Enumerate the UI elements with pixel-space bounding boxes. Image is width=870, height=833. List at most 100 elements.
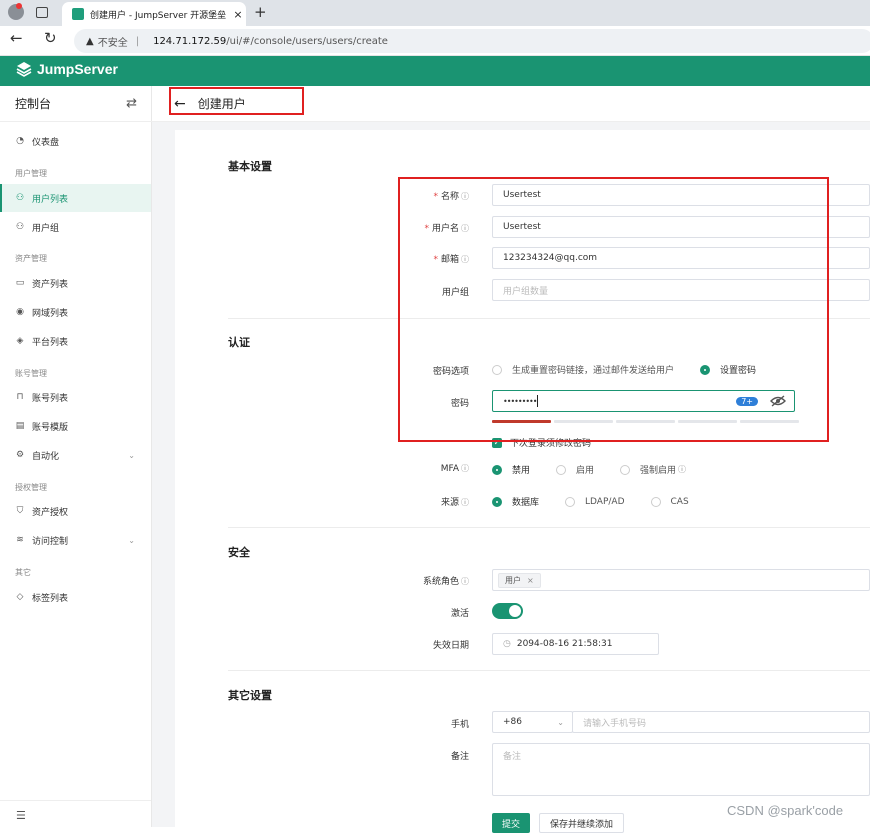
access-control-icon: ≋ xyxy=(16,535,24,545)
radio-dot xyxy=(565,496,576,507)
help-icon[interactable]: ⓘ xyxy=(461,464,469,473)
watermark: CSDN @spark'code xyxy=(727,803,844,818)
brand-name: JumpServer xyxy=(37,61,118,77)
sidebar-item-access-control[interactable]: ≋ 访问控制 ⌄ xyxy=(0,526,151,554)
clock-icon: ◷ xyxy=(503,639,511,649)
sidebar-item-asset-perm[interactable]: ⛉ 资产授权 xyxy=(0,497,151,525)
section-divider xyxy=(228,527,870,528)
sidebar-item-platform-list[interactable]: ◈ 平台列表 xyxy=(0,327,151,355)
sidebar-item-domain-list[interactable]: ◉ 网域列表 xyxy=(0,298,151,326)
app-header xyxy=(0,56,870,86)
radio-dot xyxy=(650,496,661,507)
reload-icon[interactable]: ↻ xyxy=(44,29,57,47)
comment-textarea[interactable]: 备注 xyxy=(492,743,870,796)
active-label: 激活 xyxy=(450,609,469,619)
sidebar-item-label: 平台列表 xyxy=(32,337,69,348)
sidebar-item-user-group[interactable]: ⚇ 用户组 xyxy=(0,213,151,241)
tag-close-icon[interactable]: × xyxy=(527,576,534,585)
radio-label: LDAP/AD xyxy=(585,496,625,507)
radio-source-db[interactable]: 数据库 xyxy=(492,495,539,508)
browser-tab-strip: 创建用户 - JumpServer 开源堡垒 × + xyxy=(0,0,870,26)
tab-close-icon[interactable]: × xyxy=(230,8,246,21)
sidebar-item-label: 用户列表 xyxy=(32,194,69,205)
system-roles-select[interactable]: 用户 × xyxy=(492,569,870,591)
chevron-down-icon: ⌄ xyxy=(557,717,564,727)
radio-label: CAS xyxy=(670,496,689,507)
comment-placeholder: 备注 xyxy=(503,752,522,762)
expiry-date-picker[interactable]: ◷ 2094-08-16 21:58:31 xyxy=(492,633,659,655)
sidebar-item-label: 标签列表 xyxy=(32,593,69,604)
help-icon[interactable]: ⓘ xyxy=(461,498,469,507)
notification-dot-icon xyxy=(16,3,22,9)
annotation-box-title xyxy=(169,87,304,115)
sidebar-item-dashboard[interactable]: ◔ 仪表盘 xyxy=(0,127,151,155)
sidebar-group-other: 其它 xyxy=(15,568,31,577)
sidebar-item-label: 账号模版 xyxy=(32,422,69,433)
radio-label: 启用 xyxy=(576,466,595,476)
section-title-basic: 基本设置 xyxy=(228,160,272,173)
expiry-label: 失效日期 xyxy=(432,641,469,651)
security-label: 不安全 xyxy=(97,37,128,49)
back-arrow-icon[interactable]: ← xyxy=(10,29,23,47)
sidebar-item-label-list[interactable]: ◇ 标签列表 xyxy=(0,583,151,611)
mfa-label-text: MFA xyxy=(440,464,459,474)
tag-icon: ◇ xyxy=(16,592,24,602)
dashboard-icon: ◔ xyxy=(16,136,24,146)
annotation-box-form xyxy=(398,177,829,442)
help-icon[interactable]: ⓘ xyxy=(678,464,686,475)
sidebar-item-label: 资产授权 xyxy=(32,507,69,518)
radio-source-ldap[interactable]: LDAP/AD xyxy=(565,495,625,508)
collapse-menu-icon[interactable]: ☰ xyxy=(16,809,26,822)
warning-triangle-icon: ▲ xyxy=(86,35,94,47)
phone-input[interactable]: 请输入手机号码 xyxy=(572,711,870,733)
url-host: 124.71.172.59 xyxy=(153,35,227,47)
system-roles-label-text: 系统角色 xyxy=(422,577,459,587)
sidebar-item-label: 资产列表 xyxy=(32,279,69,290)
section-title-auth: 认证 xyxy=(228,336,250,349)
sidebar-item-account-list[interactable]: ⊓ 账号列表 xyxy=(0,383,151,411)
url-separator: | xyxy=(135,35,140,47)
radio-mfa-enabled[interactable]: 启用 xyxy=(556,463,594,476)
sidebar-item-account-template[interactable]: ▤ 账号模版 xyxy=(0,412,151,440)
submit-button[interactable]: 提交 xyxy=(492,813,530,833)
sidebar-footer-divider xyxy=(0,800,151,801)
tab-overview-icon[interactable] xyxy=(36,7,48,18)
phone-label: 手机 xyxy=(450,720,469,730)
sidebar-item-label: 自动化 xyxy=(32,451,60,462)
radio-mfa-disabled[interactable]: 禁用 xyxy=(492,463,530,476)
jumpserver-logo[interactable]: JumpServer xyxy=(16,61,118,77)
country-code-value: +86 xyxy=(503,717,522,727)
mfa-label: MFA ⓘ xyxy=(441,463,469,474)
jumpserver-logo-icon xyxy=(16,62,32,77)
chevron-down-icon: ⌄ xyxy=(128,535,135,545)
sidebar-item-label: 访问控制 xyxy=(32,536,69,547)
section-divider xyxy=(228,670,870,671)
radio-mfa-forced[interactable]: 强制启用 ⓘ xyxy=(620,463,686,476)
sidebar-item-label: 账号列表 xyxy=(32,393,69,404)
url-bar[interactable]: ▲ 不安全 | 124.71.172.59 /ui/#/console/user… xyxy=(74,29,870,53)
sidebar-item-asset-list[interactable]: ▭ 资产列表 xyxy=(0,269,151,297)
country-code-select[interactable]: +86 ⌄ xyxy=(492,711,573,733)
save-continue-button[interactable]: 保存并继续添加 xyxy=(539,813,624,833)
jumpserver-favicon-icon xyxy=(72,8,84,20)
system-roles-label: 系统角色 ⓘ xyxy=(423,574,469,587)
radio-label: 数据库 xyxy=(512,498,540,508)
lock-icon: ⊓ xyxy=(16,392,24,402)
sidebar-item-user-list[interactable]: ⚇ 用户列表 xyxy=(0,184,151,212)
sidebar-item-label: 用户组 xyxy=(32,223,60,234)
section-title-security: 安全 xyxy=(228,546,250,559)
browser-tab-active[interactable]: 创建用户 - JumpServer 开源堡垒 × xyxy=(62,2,246,26)
source-label-text: 来源 xyxy=(440,498,459,508)
radio-label: 强制启用 xyxy=(640,466,677,476)
sidebar-item-automation[interactable]: ⚙ 自动化 ⌄ xyxy=(0,441,151,469)
swap-view-icon[interactable]: ⇄ xyxy=(126,96,137,111)
phone-placeholder: 请输入手机号码 xyxy=(583,718,647,729)
url-path: /ui/#/console/users/users/create xyxy=(226,35,388,47)
monitor-icon: ▭ xyxy=(15,278,25,288)
sidebar-group-user-mgmt: 用户管理 xyxy=(15,169,47,178)
radio-source-cas[interactable]: CAS xyxy=(650,495,689,508)
active-toggle[interactable] xyxy=(492,603,523,619)
help-icon[interactable]: ⓘ xyxy=(461,577,469,586)
user-icon: ⚇ xyxy=(15,193,25,203)
new-tab-icon[interactable]: + xyxy=(254,3,267,21)
